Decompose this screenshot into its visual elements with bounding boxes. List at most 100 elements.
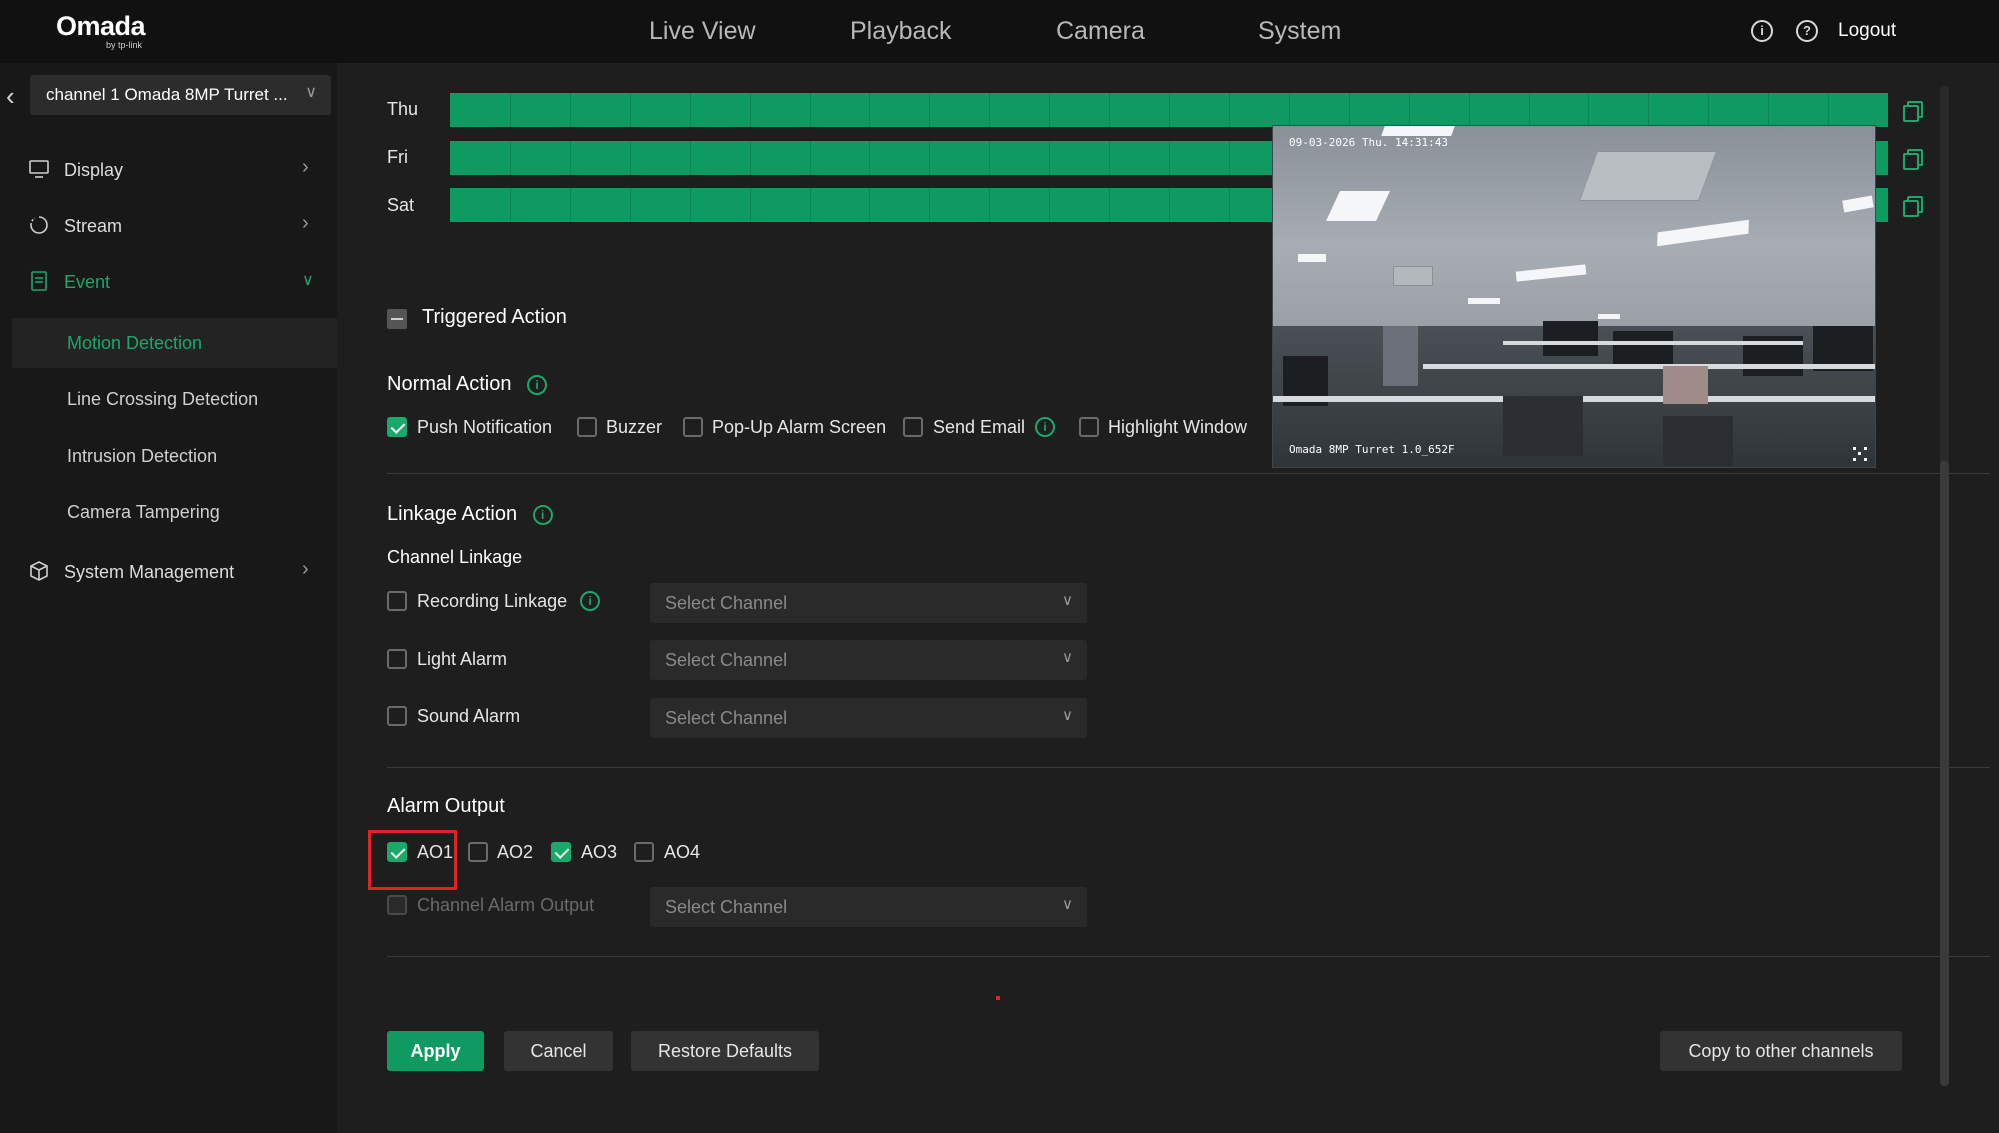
preview-ceiling [1273,126,1875,326]
channel-alarm-output-select[interactable]: Select Channel ∨ [650,887,1087,927]
event-icon [31,271,47,291]
linkage-action-title: Linkage Action i [387,503,553,526]
chair [1503,396,1583,456]
divider [387,767,1990,768]
fullscreen-icon[interactable] [1853,447,1867,461]
sound-alarm-checkbox[interactable] [387,706,407,726]
linkage-action-label: Linkage Action [387,503,518,525]
copy-icon[interactable] [1903,101,1923,122]
buzzer-checkbox[interactable] [577,417,597,437]
back-arrow-icon[interactable]: ‹ [6,81,26,111]
chevron-down-icon: ∨ [305,84,317,101]
apply-button[interactable]: Apply [387,1031,484,1071]
sidebar-item-system-management[interactable]: System Management › [0,552,337,592]
popup-alarm-screen-checkbox[interactable] [683,417,703,437]
scrollbar[interactable] [1940,86,1949,1086]
normal-action-label: Normal Action [387,373,512,395]
schedule-hour-tick [690,188,691,222]
info-icon[interactable]: i [1035,417,1055,437]
schedule-hour-tick [1289,93,1290,127]
schedule-hour-tick [1169,141,1170,175]
schedule-hour-tick [690,93,691,127]
normal-action-title: Normal Action i [387,373,548,396]
channel-select[interactable]: channel 1 Omada 8MP Turret ... ∨ [30,75,331,115]
info-icon[interactable]: i [1751,20,1773,42]
send-email-label: Send Email [933,417,1026,437]
channel-alarm-output-checkbox[interactable] [387,895,407,915]
schedule-hour-tick [929,93,930,127]
send-email-checkbox[interactable] [903,417,923,437]
sidebar-subitem-camera-tampering[interactable]: Camera Tampering [12,487,337,537]
cancel-button[interactable]: Cancel [504,1031,613,1071]
sidebar-subitem-line-crossing[interactable]: Line Crossing Detection [12,374,337,424]
recording-linkage-checkbox[interactable] [387,591,407,611]
ao4-checkbox[interactable] [634,842,654,862]
preview-camera-name: Omada 8MP Turret 1.0_652F [1289,443,1455,456]
sidebar-item-label: Event [64,272,111,292]
scrollbar-thumb[interactable] [1940,461,1949,1086]
push-notification-checkbox[interactable] [387,417,407,437]
schedule-hour-tick [1109,93,1110,127]
light-alarm-checkbox[interactable] [387,649,407,669]
info-icon[interactable]: i [527,374,548,395]
schedule-hour-tick [810,188,811,222]
desk [1423,364,1875,369]
ao3-checkbox[interactable] [551,842,571,862]
select-placeholder: Select Channel [665,593,788,613]
stream-icon [30,216,48,234]
recording-linkage-label: Recording Linkage [417,591,568,611]
sidebar-subitem-label: Motion Detection [67,333,203,353]
sidebar-subitem-intrusion[interactable]: Intrusion Detection [12,431,337,481]
highlight-window-checkbox[interactable] [1079,417,1099,437]
schedule-hour-tick [570,188,571,222]
recording-linkage-select[interactable]: Select Channel ∨ [650,583,1087,623]
tab-system[interactable]: System [1258,16,1341,46]
ao2-checkbox[interactable] [468,842,488,862]
restore-defaults-button[interactable]: Restore Defaults [631,1031,819,1071]
monitor [1543,321,1598,356]
chevron-right-icon: › [302,558,309,580]
schedule-hour-tick [869,141,870,175]
ao3-label: AO3 [581,842,618,862]
channel-select-value: channel 1 Omada 8MP Turret ... [46,85,288,104]
copy-to-other-channels-button[interactable]: Copy to other channels [1660,1031,1902,1071]
collapse-icon[interactable] [387,309,407,329]
tab-playback[interactable]: Playback [850,16,951,46]
schedule-hour-tick [1109,141,1110,175]
copy-icon[interactable] [1903,196,1923,217]
ao1-checkbox[interactable] [387,842,407,862]
info-icon[interactable]: i [580,591,600,611]
schedule-bar-thu[interactable] [450,93,1888,127]
sidebar-item-event[interactable]: Event ∨ [0,262,337,302]
schedule-hour-tick [510,188,511,222]
tab-live-view[interactable]: Live View [649,16,756,46]
schedule-hour-tick [1169,93,1170,127]
schedule-hour-tick [510,141,511,175]
schedule-hour-tick [1648,93,1649,127]
chevron-right-icon: › [302,156,309,178]
schedule-hour-tick [570,93,571,127]
schedule-hour-tick [869,188,870,222]
light-alarm-select[interactable]: Select Channel ∨ [650,640,1087,680]
camera-preview[interactable]: 09-03-2026 Thu. 14:31:43 Omada 8MP Turre… [1272,125,1876,468]
sidebar-item-display[interactable]: Display › [0,150,337,190]
sound-alarm-select[interactable]: Select Channel ∨ [650,698,1087,738]
schedule-hour-tick [630,141,631,175]
schedule-hour-tick [1049,188,1050,222]
schedule-hour-tick [929,141,930,175]
schedule-hour-tick [1169,188,1170,222]
sidebar-item-stream[interactable]: Stream › [0,206,337,246]
logout-button[interactable]: Logout [1838,19,1896,43]
schedule-hour-tick [1828,93,1829,127]
ao4-label: AO4 [664,842,701,862]
help-icon[interactable]: ? [1796,20,1818,42]
monitor [1613,331,1673,366]
sidebar-subitem-motion-detection[interactable]: Motion Detection [12,318,337,368]
info-icon[interactable]: i [532,504,553,525]
tab-camera[interactable]: Camera [1056,16,1145,46]
copy-icon[interactable] [1903,149,1923,170]
desk [1503,341,1803,345]
sidebar-item-label: Stream [64,216,123,236]
select-placeholder: Select Channel [665,897,788,917]
sidebar-subitem-label: Camera Tampering [67,502,220,522]
